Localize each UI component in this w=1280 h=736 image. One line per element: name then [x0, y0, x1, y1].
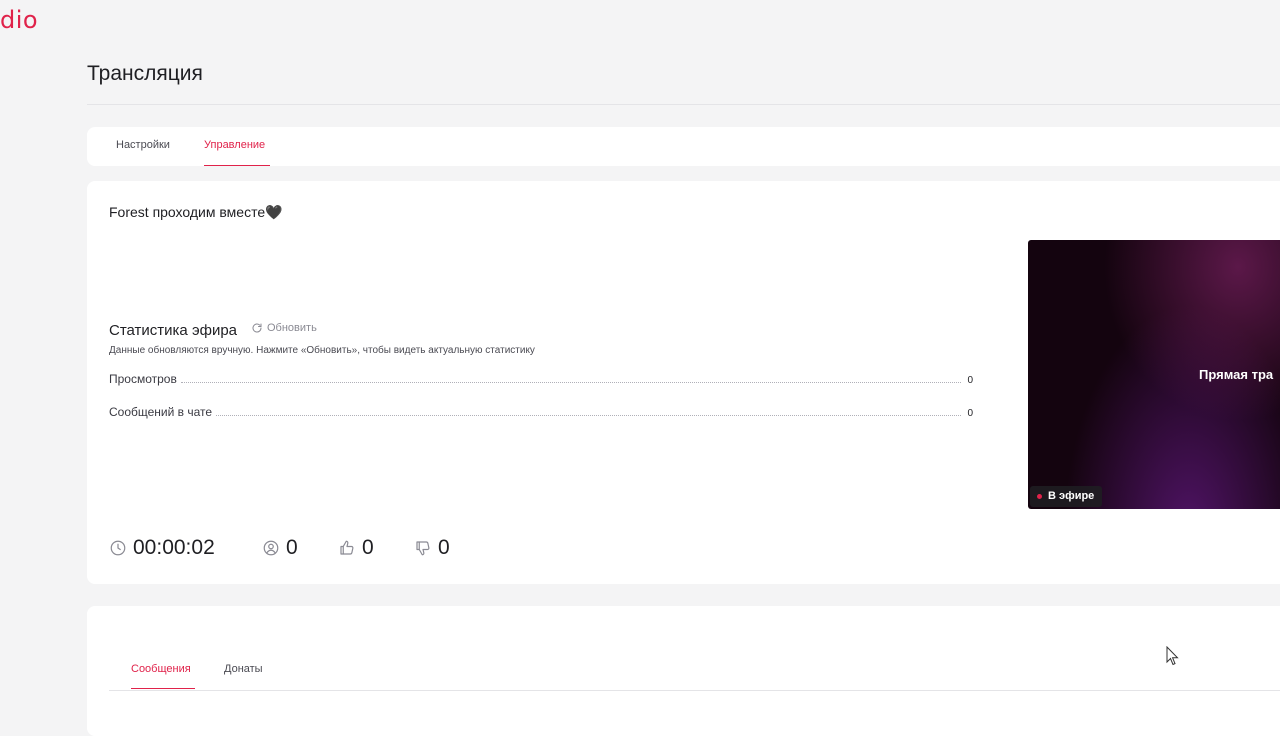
stream-title: Forest проходим вместе🖤: [109, 204, 283, 220]
stat-label: Сообщений в чате: [109, 405, 213, 419]
user-circle-icon: [263, 540, 279, 556]
refresh-icon: [252, 323, 262, 333]
chat-tabs-divider: [109, 690, 1280, 691]
dotted-leader: [180, 382, 962, 383]
top-tabs: Настройки Управление: [87, 127, 1280, 166]
duration-stat: 00:00:02: [109, 536, 262, 560]
stream-card: Forest проходим вместе🖤 Статистика эфира…: [87, 181, 1280, 584]
clock-icon: [110, 540, 126, 556]
dislikes-stat: 0: [414, 536, 450, 560]
page-title: Трансляция: [87, 62, 203, 85]
refresh-button[interactable]: Обновить: [251, 322, 317, 334]
tab-control-underline: [204, 165, 270, 166]
stream-preview[interactable]: Прямая тра В эфире: [1028, 240, 1280, 509]
viewers-stat: 0: [262, 536, 338, 560]
stat-label: Просмотров: [109, 372, 177, 386]
stats-title: Статистика эфира: [109, 322, 238, 339]
tab-donations[interactable]: Донаты: [224, 663, 263, 675]
preview-overlay-text: Прямая тра: [1199, 367, 1274, 382]
duration-value: 00:00:02: [133, 536, 215, 559]
stat-row-messages: Сообщений в чате 0: [109, 405, 973, 419]
likes-stat: 0: [338, 536, 414, 560]
mouse-cursor-icon: [1166, 646, 1179, 666]
live-stats: 00:00:02 0 0 0: [109, 536, 450, 560]
tab-messages[interactable]: Сообщения: [131, 663, 191, 675]
stat-row-views: Просмотров 0: [109, 372, 973, 386]
tab-settings[interactable]: Настройки: [116, 139, 170, 151]
stat-value: 0: [967, 408, 973, 419]
tab-control[interactable]: Управление: [204, 139, 265, 151]
stat-value: 0: [967, 375, 973, 386]
viewers-value: 0: [286, 536, 298, 559]
chat-card: Сообщения Донаты: [87, 606, 1280, 736]
thumbs-down-icon: [416, 541, 430, 556]
live-badge: В эфире: [1030, 486, 1103, 507]
thumbs-up-icon: [340, 540, 354, 555]
stats-hint: Данные обновляются вручную. Нажмите «Обн…: [109, 345, 535, 356]
dislikes-value: 0: [438, 536, 450, 559]
dotted-leader: [216, 415, 962, 416]
likes-value: 0: [362, 536, 374, 559]
title-divider: [87, 104, 1280, 105]
refresh-label: Обновить: [267, 322, 317, 334]
brand-logo[interactable]: dio: [0, 6, 38, 34]
tab-messages-underline: [131, 688, 195, 689]
